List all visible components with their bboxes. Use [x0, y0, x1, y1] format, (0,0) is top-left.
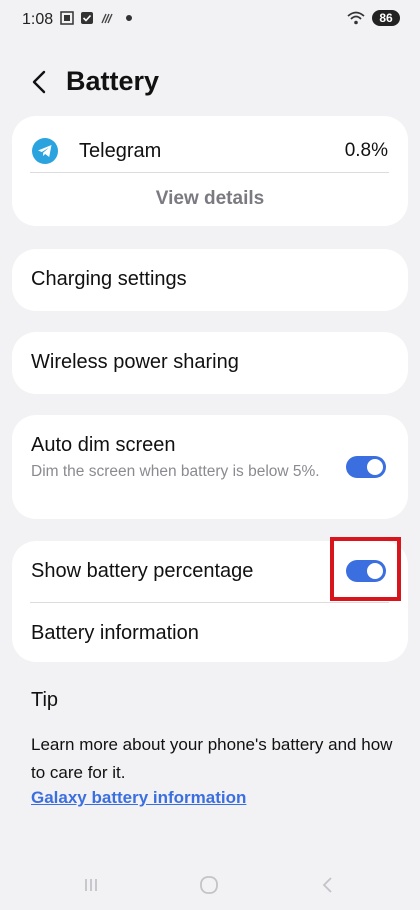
- recent-apps-icon[interactable]: [81, 875, 101, 895]
- wifi-icon: [347, 11, 365, 25]
- divider: [30, 172, 389, 173]
- app-usage-row[interactable]: Telegram 0.8%: [12, 126, 408, 178]
- auto-dim-toggle[interactable]: [346, 456, 386, 478]
- show-battery-percentage-label: Show battery percentage: [31, 560, 254, 582]
- battery-icon: 86: [372, 10, 400, 26]
- toggle-knob: [367, 459, 383, 475]
- status-icons-right: 86: [346, 10, 400, 26]
- tip-title: Tip: [31, 689, 59, 711]
- wireless-power-sharing-item[interactable]: Wireless power sharing: [12, 332, 408, 394]
- status-time: 1:08: [22, 11, 54, 28]
- divider: [30, 602, 389, 603]
- page-title: Battery: [66, 66, 160, 96]
- auto-dim-title: Auto dim screen: [31, 434, 176, 456]
- back-arrow-icon[interactable]: [26, 68, 54, 96]
- tip-body: Learn more about your phone's battery an…: [31, 735, 393, 782]
- status-bar: 1:08 86: [0, 0, 420, 40]
- signal-slash-icon: [101, 13, 113, 24]
- notification-dot: [126, 15, 132, 21]
- auto-dim-screen-item[interactable]: Auto dim screen Dim the screen when batt…: [12, 415, 408, 519]
- highlight-box: [330, 537, 401, 601]
- nav-back-icon[interactable]: [318, 875, 338, 895]
- header: Battery: [0, 58, 420, 108]
- status-icons-left: [60, 11, 132, 25]
- check-icon: [81, 12, 93, 24]
- charging-settings-label: Charging settings: [31, 268, 187, 290]
- auto-dim-subtitle: Dim the screen when battery is below 5%.: [31, 463, 320, 480]
- charging-settings-item[interactable]: Charging settings: [12, 249, 408, 311]
- telegram-icon: [32, 138, 58, 164]
- battery-information-item[interactable]: Battery information: [31, 622, 199, 645]
- wireless-power-sharing-label: Wireless power sharing: [31, 351, 239, 373]
- screenshot-icon: [60, 11, 74, 25]
- navigation-bar: [0, 862, 420, 910]
- app-name: Telegram: [79, 140, 162, 162]
- app-usage-card: Telegram 0.8% View details: [12, 116, 408, 226]
- view-details-button[interactable]: View details: [12, 188, 408, 210]
- galaxy-battery-information-link[interactable]: Galaxy battery information: [31, 788, 246, 808]
- app-percent: 0.8%: [344, 140, 388, 161]
- home-icon[interactable]: [199, 875, 219, 895]
